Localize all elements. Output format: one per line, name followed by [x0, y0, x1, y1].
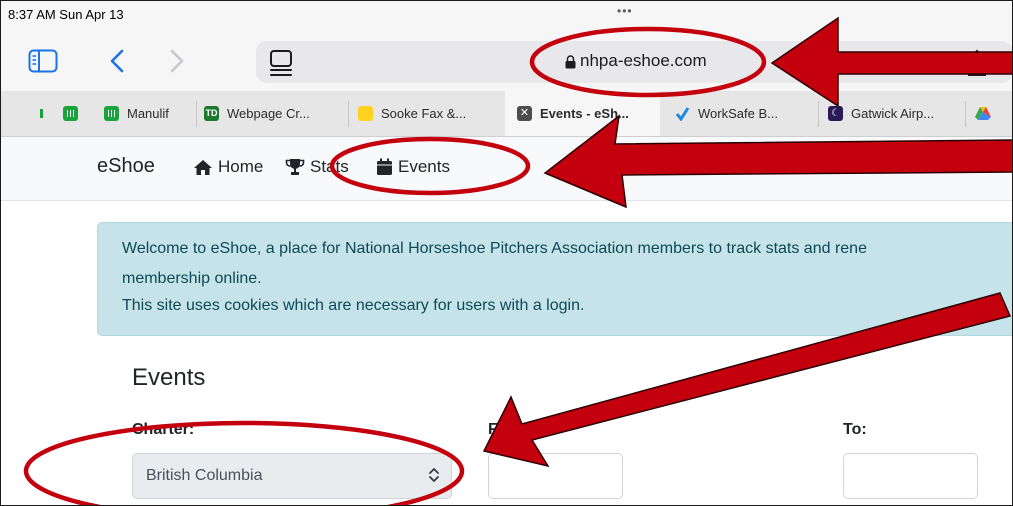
nav-stats-label: Stats — [310, 157, 349, 176]
tab-separator — [348, 101, 349, 127]
tab-overview-icon[interactable] — [265, 46, 297, 80]
charter-select-value: British Columbia — [146, 467, 263, 484]
home-icon — [194, 159, 212, 175]
tab-label: Gatwick Airp... — [851, 106, 935, 121]
alert-text-line-2: membership online. — [122, 270, 262, 287]
lock-icon — [565, 55, 576, 69]
alert-text-line-3: This site uses cookies which are necessa… — [122, 297, 585, 314]
status-time: 8:37 AM Sun Apr 13 — [8, 7, 124, 22]
sooke-favicon-icon — [358, 106, 373, 121]
share-icon[interactable] — [967, 48, 997, 78]
tab-label: Manulif — [127, 106, 169, 121]
calendar-icon — [377, 158, 392, 175]
tab-events-active[interactable]: ✕ Events - eSh... — [505, 91, 660, 136]
tab-google-drive[interactable] — [975, 91, 1013, 136]
tab-label: WorkSafe B... — [698, 106, 778, 121]
tab-sooke-fax[interactable]: Sooke Fax &... — [358, 91, 498, 136]
from-label: Fro — [488, 421, 514, 438]
forward-arrow-icon[interactable] — [164, 45, 190, 77]
nav-stats[interactable]: Stats — [285, 157, 349, 177]
tab-pinned-2[interactable] — [63, 91, 93, 136]
tab-pinned-1[interactable] — [0, 91, 58, 136]
nav-events[interactable]: Events — [376, 157, 450, 177]
tab-webpage-creator[interactable]: TD Webpage Cr... — [204, 91, 342, 136]
to-date-input[interactable] — [843, 453, 978, 499]
tab-separator — [965, 101, 966, 127]
from-date-input[interactable] — [488, 453, 623, 499]
nav-home-label: Home — [218, 157, 264, 176]
tab-label: Webpage Cr... — [227, 106, 310, 121]
url-text[interactable]: nhpa-eshoe.com — [580, 51, 707, 71]
trophy-icon — [285, 159, 305, 175]
site-brand[interactable]: eShoe — [97, 155, 155, 178]
tab-gatwick[interactable]: ☾ Gatwick Airp... — [828, 91, 963, 136]
manulife-favicon-icon — [104, 106, 119, 121]
td-favicon-icon: TD — [204, 106, 219, 121]
nav-events-label: Events — [398, 157, 450, 176]
sidebar-toggle-icon[interactable] — [28, 49, 58, 73]
tab-label: Events - eSh... — [540, 106, 629, 121]
tab-indicator — [40, 109, 43, 118]
back-arrow-icon[interactable] — [104, 45, 130, 77]
select-chevron-icon — [429, 468, 439, 482]
worksafe-favicon-icon — [675, 106, 690, 122]
tab-label: Sooke Fax &... — [381, 106, 467, 121]
status-bar — [0, 0, 1013, 36]
close-tab-icon[interactable]: ✕ — [517, 106, 532, 121]
tab-manulife[interactable]: Manulif — [104, 91, 196, 136]
gatwick-favicon-icon: ☾ — [828, 106, 843, 121]
events-heading: Events — [132, 364, 206, 391]
manulife-favicon-icon — [63, 106, 78, 121]
tab-separator — [196, 101, 197, 127]
tab-worksafe[interactable]: WorkSafe B... — [675, 91, 810, 136]
charter-label: Charter: — [132, 421, 195, 438]
nav-home[interactable]: Home — [193, 157, 263, 177]
alert-text-line-1: Welcome to eShoe, a place for National H… — [122, 240, 867, 257]
tab-separator — [818, 101, 819, 127]
multitasking-dots[interactable]: ••• — [617, 4, 633, 18]
to-label: To: — [843, 421, 867, 438]
google-drive-icon — [975, 106, 991, 121]
